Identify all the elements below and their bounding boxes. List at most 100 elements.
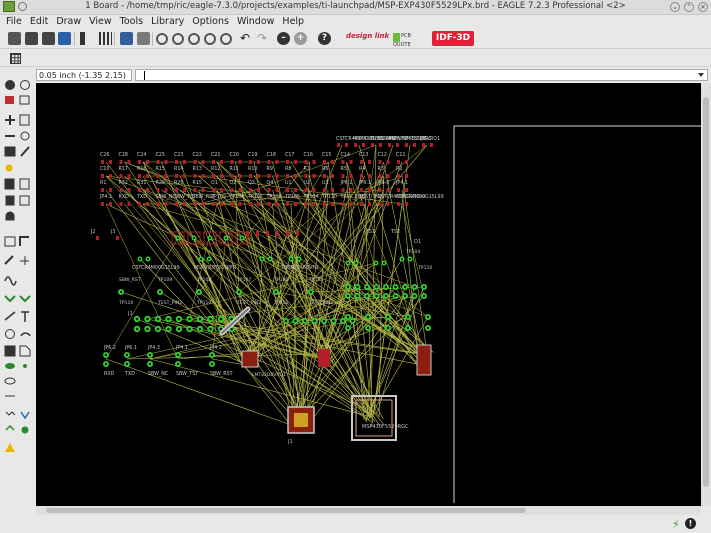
smd-pad (183, 174, 186, 178)
menu-view[interactable]: View (85, 15, 116, 29)
smd-pad (349, 160, 353, 164)
component-label: TUSB2046BVFR (280, 265, 319, 271)
component-label: JP4.2 (209, 345, 222, 351)
lightning-icon[interactable]: ⚡ (672, 518, 680, 531)
ulp-icon[interactable] (99, 32, 112, 45)
board-icon[interactable] (120, 32, 133, 45)
drill-hole (119, 290, 123, 294)
smd-pad (164, 202, 168, 206)
drill-hole (197, 290, 201, 294)
component-label: R15 (193, 180, 202, 186)
smd-pad (286, 188, 289, 192)
idf-3d-button[interactable]: IDF-3D (432, 31, 474, 46)
zoom-select-icon[interactable] (220, 33, 232, 45)
component-label: C12 (378, 152, 387, 158)
component-label: TS2 (390, 229, 400, 235)
component-label: R6 (322, 166, 328, 172)
component-label: C28 (119, 152, 128, 158)
close-button[interactable]: × (698, 2, 708, 12)
smd-pad (294, 202, 297, 206)
smd-pad (323, 202, 326, 206)
zoom-in-icon[interactable] (172, 33, 184, 45)
copy-icon (19, 114, 30, 126)
airwire (328, 295, 387, 366)
component-label: RXD (119, 194, 130, 200)
smd-pad (257, 202, 260, 206)
zoom-fit-icon[interactable] (156, 33, 168, 45)
schematic-icon[interactable] (137, 32, 150, 45)
redo-icon[interactable]: ↷ (257, 32, 270, 45)
lock-icon (5, 211, 15, 221)
smd-pad (378, 160, 382, 164)
drc-icon (5, 424, 15, 431)
smd-pad (230, 202, 234, 206)
grid-icon[interactable] (10, 53, 21, 64)
smd-pad (193, 202, 197, 206)
window-titlebar: 1 Board - /home/tmp/ric/eagle-7.3.0/proj… (0, 0, 711, 15)
menu-draw[interactable]: Draw (52, 15, 85, 29)
drill-hole (413, 285, 416, 289)
component-label: Q3 (248, 180, 255, 186)
component-label: R1 (100, 180, 106, 186)
vertical-scrollbar[interactable] (701, 83, 711, 506)
drill-hole (156, 317, 160, 321)
drill-hole (200, 258, 202, 260)
smd-pad (127, 174, 131, 178)
menu-tools[interactable]: Tools (116, 15, 147, 29)
print-icon[interactable] (42, 32, 55, 45)
menu-edit[interactable]: Edit (26, 15, 52, 29)
smd-pad (405, 143, 408, 147)
command-input[interactable] (135, 69, 708, 81)
horizontal-scrollbar[interactable] (36, 506, 701, 515)
script-icon[interactable] (80, 32, 85, 45)
maximize-button[interactable]: ⌃ (684, 2, 694, 12)
board-drawing[interactable]: C26 C28 C24 C25 C23 C22 C21 C20 C19 C18 C17 C16 C15 C… (36, 83, 701, 506)
drill-hole (198, 327, 202, 331)
go-icon[interactable]: + (294, 32, 307, 45)
drill-hole (125, 353, 129, 357)
drill-hole (146, 317, 149, 321)
component-label: J1 (127, 311, 133, 317)
arc-icon (20, 332, 31, 337)
pcb-quote-logo[interactable]: PCB QUOTE (393, 33, 419, 48)
ratsnest-icon (5, 411, 16, 416)
info-status-icon[interactable]: ! (685, 518, 696, 529)
cam-processor-icon[interactable] (58, 32, 71, 45)
save-icon[interactable] (25, 32, 38, 45)
component-label: R11 (230, 166, 239, 172)
zoom-redraw-icon[interactable] (204, 33, 216, 45)
smd-pad (275, 174, 279, 178)
smd-pad (294, 174, 297, 178)
design-link-logo[interactable]: design link (346, 32, 389, 40)
menu-help[interactable]: Help (278, 15, 308, 29)
open-icon[interactable] (8, 32, 21, 45)
component-label: C25 (156, 152, 165, 158)
chevron-down-icon[interactable] (698, 73, 704, 77)
undo-icon[interactable]: ↶ (240, 32, 253, 45)
smd-pad (386, 174, 390, 178)
drill-hole (384, 294, 388, 298)
drill-hole (394, 294, 397, 298)
help-icon[interactable]: ? (318, 32, 331, 45)
zoom-out-icon[interactable] (188, 33, 200, 45)
smd-pad (386, 202, 390, 206)
mark-icon (19, 95, 30, 105)
component-label: R10 (248, 166, 257, 172)
menu-library[interactable]: Library (147, 15, 188, 29)
menu-file[interactable]: File (0, 15, 26, 29)
smd-pad (193, 174, 197, 178)
stop-icon[interactable]: – (277, 32, 290, 45)
component-label: R3 (378, 166, 384, 172)
component-label: JP6.2 (340, 180, 353, 186)
tool-palette-icons[interactable] (0, 76, 34, 506)
drill-hole (210, 362, 214, 366)
menu-options[interactable]: Options (188, 15, 233, 29)
minimize-button[interactable]: ⌄ (670, 2, 680, 12)
smd-pad (175, 160, 178, 164)
smd-pad (286, 174, 289, 178)
smd-pad (267, 202, 271, 206)
board-canvas[interactable]: C26 C28 C24 C25 C23 C22 C21 C20 C19 C18 C17 C16 C15 C… (36, 83, 701, 506)
component-label: TEST_PIN2 (308, 300, 333, 306)
ripup-icon (19, 295, 31, 303)
menu-window[interactable]: Window (233, 15, 278, 29)
